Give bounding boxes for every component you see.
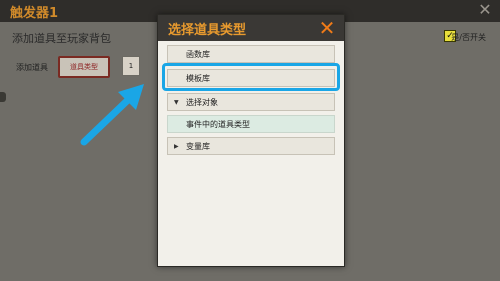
- add-item-label: 添加道具: [16, 63, 48, 72]
- highlight-box: [162, 63, 340, 91]
- window-close-icon[interactable]: ✕: [476, 1, 494, 19]
- menu-item-label: 事件中的道具类型: [186, 120, 250, 129]
- triangle-right-icon: ▶: [174, 143, 179, 150]
- item-type-button[interactable]: 道具类型: [58, 56, 110, 78]
- menu-item-event-item-type[interactable]: 事件中的道具类型: [167, 115, 335, 133]
- select-item-type-dialog: 选择道具类型 ✕ 函数库 模板库 ▼ 选择对象 事件中的道具类型 ▶ 变量库: [157, 14, 345, 267]
- count-input[interactable]: 1: [122, 56, 140, 76]
- arrow-pointer-icon: [80, 84, 144, 146]
- toggle-label: 是/否开关: [451, 33, 486, 42]
- menu-item-label: 选择对象: [186, 98, 218, 107]
- menu-item-select-object[interactable]: ▼ 选择对象: [167, 93, 335, 111]
- side-handle: [0, 92, 6, 102]
- dialog-title: 选择道具类型: [168, 23, 247, 38]
- menu-item-variable-library[interactable]: ▶ 变量库: [167, 137, 335, 155]
- triangle-down-icon: ▼: [174, 99, 179, 106]
- menu-item-function-library[interactable]: 函数库: [167, 45, 335, 63]
- section-title: 添加道具至玩家背包: [12, 32, 111, 45]
- menu-item-label: 变量库: [186, 142, 210, 151]
- dialog-header: 选择道具类型 ✕: [158, 15, 344, 41]
- menu-item-label: 函数库: [186, 50, 210, 59]
- close-x-icon[interactable]: ✕: [316, 17, 338, 39]
- window-title: 触发器1: [10, 6, 59, 21]
